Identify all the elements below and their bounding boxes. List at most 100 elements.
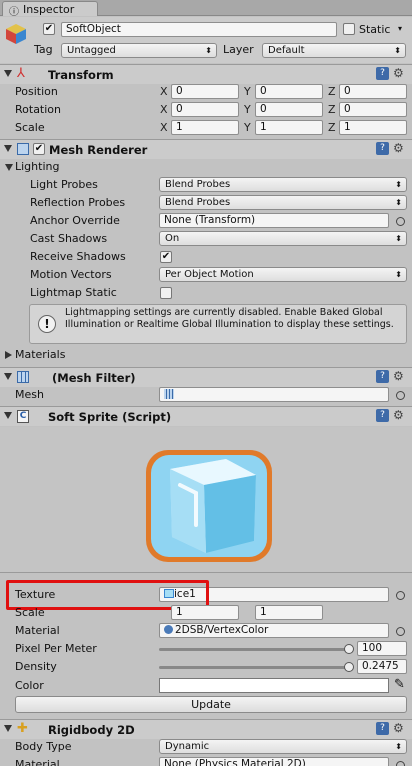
cast-shadows-dropdown[interactable]: On ⬍ bbox=[159, 231, 407, 246]
scale-x-field[interactable]: 1 bbox=[171, 120, 239, 135]
ppm-slider-track[interactable] bbox=[159, 648, 349, 651]
foldout-arrow-icon[interactable] bbox=[4, 412, 12, 419]
ppm-field[interactable]: 100 bbox=[357, 641, 407, 656]
mesh-filter-title: (Mesh Filter) bbox=[52, 371, 136, 385]
axis-y-label[interactable]: Y bbox=[244, 121, 251, 134]
rigidbody-header[interactable]: ✚ Rigidbody 2D ? ⚙ bbox=[0, 719, 412, 739]
chevron-icon: ⬍ bbox=[395, 742, 402, 751]
ppm-label: Pixel Per Meter bbox=[15, 642, 97, 655]
static-dropdown-arrow[interactable]: ▾ bbox=[398, 24, 402, 33]
scale-z-field[interactable]: 1 bbox=[339, 120, 407, 135]
tag-dropdown[interactable]: Untagged ⬍ bbox=[61, 43, 217, 58]
material-field[interactable]: 2DSB/VertexColor bbox=[159, 623, 389, 638]
anchor-override-row: Anchor Override None (Transform) bbox=[0, 212, 412, 230]
lightmap-static-checkbox[interactable] bbox=[160, 287, 172, 299]
scale-label: Scale bbox=[15, 606, 45, 619]
help-book-icon[interactable]: ? bbox=[376, 370, 389, 383]
mesh-renderer-enabled-checkbox[interactable]: ✔ bbox=[33, 143, 45, 155]
foldout-arrow-icon[interactable] bbox=[5, 351, 12, 359]
gear-icon[interactable]: ⚙ bbox=[393, 67, 406, 80]
axis-y-label[interactable]: Y bbox=[244, 103, 251, 116]
soft-sprite-title: Soft Sprite (Script) bbox=[48, 410, 172, 424]
help-book-icon[interactable]: ? bbox=[376, 409, 389, 422]
foldout-arrow-icon[interactable] bbox=[4, 145, 12, 152]
object-picker-icon[interactable] bbox=[396, 391, 405, 400]
reflection-probes-dropdown[interactable]: Blend Probes ⬍ bbox=[159, 195, 407, 210]
material-row: Material 2DSB/VertexColor bbox=[0, 622, 412, 640]
gear-icon[interactable]: ⚙ bbox=[393, 142, 406, 155]
materials-foldout[interactable]: Materials bbox=[0, 346, 412, 364]
object-picker-icon[interactable] bbox=[396, 627, 405, 636]
object-picker-icon[interactable] bbox=[396, 217, 405, 226]
transform-row-position: Position X 0 Y 0 Z 0 bbox=[0, 83, 412, 101]
active-checkbox[interactable]: ✔ bbox=[43, 23, 55, 35]
mesh-renderer-header[interactable]: ✔ Mesh Renderer ? ⚙ bbox=[0, 139, 412, 159]
tab-inspector[interactable]: ⓘ Inspector bbox=[2, 1, 98, 18]
axis-z-label[interactable]: Z bbox=[328, 103, 336, 116]
layer-value: Default bbox=[268, 45, 305, 56]
axis-y-label[interactable]: Y bbox=[244, 85, 251, 98]
density-field[interactable]: 0.2475 bbox=[357, 659, 407, 674]
reflection-probes-label: Reflection Probes bbox=[30, 196, 126, 209]
motion-vectors-dropdown[interactable]: Per Object Motion ⬍ bbox=[159, 267, 407, 282]
help-book-icon[interactable]: ? bbox=[376, 142, 389, 155]
position-x-field[interactable]: 0 bbox=[171, 84, 239, 99]
transform-row-rotation: Rotation X 0 Y 0 Z 0 bbox=[0, 101, 412, 119]
rotation-y-field[interactable]: 0 bbox=[255, 102, 323, 117]
cast-shadows-row: Cast Shadows On ⬍ bbox=[0, 230, 412, 248]
scale-x-field[interactable]: 1 bbox=[171, 605, 239, 620]
color-row: Color ✎ bbox=[0, 677, 412, 695]
light-probes-dropdown[interactable]: Blend Probes ⬍ bbox=[159, 177, 407, 192]
rb-material-field[interactable]: None (Physics Material 2D) bbox=[159, 757, 389, 766]
foldout-arrow-icon[interactable] bbox=[4, 373, 12, 380]
rotation-z-field[interactable]: 0 bbox=[339, 102, 407, 117]
position-y-field[interactable]: 0 bbox=[255, 84, 323, 99]
row-label: Position bbox=[15, 85, 58, 98]
transform-header[interactable]: ⅄ Transform ? ⚙ bbox=[0, 64, 412, 84]
axis-z-label[interactable]: Z bbox=[328, 121, 336, 134]
layer-dropdown[interactable]: Default ⬍ bbox=[262, 43, 406, 58]
rb-material-label: Material bbox=[15, 758, 60, 766]
position-z-field[interactable]: 0 bbox=[339, 84, 407, 99]
mesh-row: Mesh bbox=[0, 386, 412, 404]
anchor-override-field[interactable]: None (Transform) bbox=[159, 213, 389, 228]
gear-icon[interactable]: ⚙ bbox=[393, 409, 406, 422]
eyedropper-icon[interactable]: ✎ bbox=[394, 677, 405, 692]
color-label: Color bbox=[15, 679, 44, 692]
object-picker-icon[interactable] bbox=[396, 761, 405, 766]
gear-icon[interactable]: ⚙ bbox=[393, 722, 406, 735]
static-checkbox[interactable] bbox=[343, 23, 355, 35]
scale-y-field[interactable]: 1 bbox=[255, 120, 323, 135]
ppm-slider-knob[interactable] bbox=[344, 644, 354, 654]
soft-sprite-header[interactable]: C Soft Sprite (Script) ? ⚙ bbox=[0, 406, 412, 426]
axis-x-label[interactable]: X bbox=[160, 103, 168, 116]
axis-z-label[interactable]: Z bbox=[328, 85, 336, 98]
receive-shadows-label: Receive Shadows bbox=[30, 250, 126, 263]
axis-x-label[interactable]: X bbox=[160, 121, 168, 134]
object-name-field[interactable]: SoftObject bbox=[61, 22, 337, 37]
help-book-icon[interactable]: ? bbox=[376, 722, 389, 735]
axis-x-label[interactable]: X bbox=[160, 85, 168, 98]
foldout-arrow-icon[interactable] bbox=[4, 70, 12, 77]
color-swatch[interactable] bbox=[159, 678, 389, 693]
foldout-arrow-icon[interactable] bbox=[5, 164, 13, 171]
receive-shadows-checkbox[interactable]: ✔ bbox=[160, 251, 172, 263]
mesh-field[interactable] bbox=[159, 387, 389, 402]
mesh-filter-header[interactable]: (Mesh Filter) ? ⚙ bbox=[0, 367, 412, 387]
foldout-arrow-icon[interactable] bbox=[4, 725, 12, 732]
density-slider-knob[interactable] bbox=[344, 662, 354, 672]
update-button[interactable]: Update bbox=[15, 696, 407, 713]
receive-shadows-row: Receive Shadows ✔ bbox=[0, 248, 412, 266]
help-book-icon[interactable]: ? bbox=[376, 67, 389, 80]
object-picker-icon[interactable] bbox=[396, 591, 405, 600]
lighting-foldout[interactable]: Lighting bbox=[0, 158, 412, 176]
mesh-filter-grid-icon bbox=[17, 371, 29, 383]
density-slider-track[interactable] bbox=[159, 666, 349, 669]
anchor-override-label: Anchor Override bbox=[30, 214, 120, 227]
chevron-icon: ⬍ bbox=[395, 180, 402, 189]
rotation-x-field[interactable]: 0 bbox=[171, 102, 239, 117]
gear-icon[interactable]: ⚙ bbox=[393, 370, 406, 383]
scale-y-field[interactable]: 1 bbox=[255, 605, 323, 620]
mesh-label: Mesh bbox=[15, 388, 44, 401]
body-type-dropdown[interactable]: Dynamic ⬍ bbox=[159, 739, 407, 754]
